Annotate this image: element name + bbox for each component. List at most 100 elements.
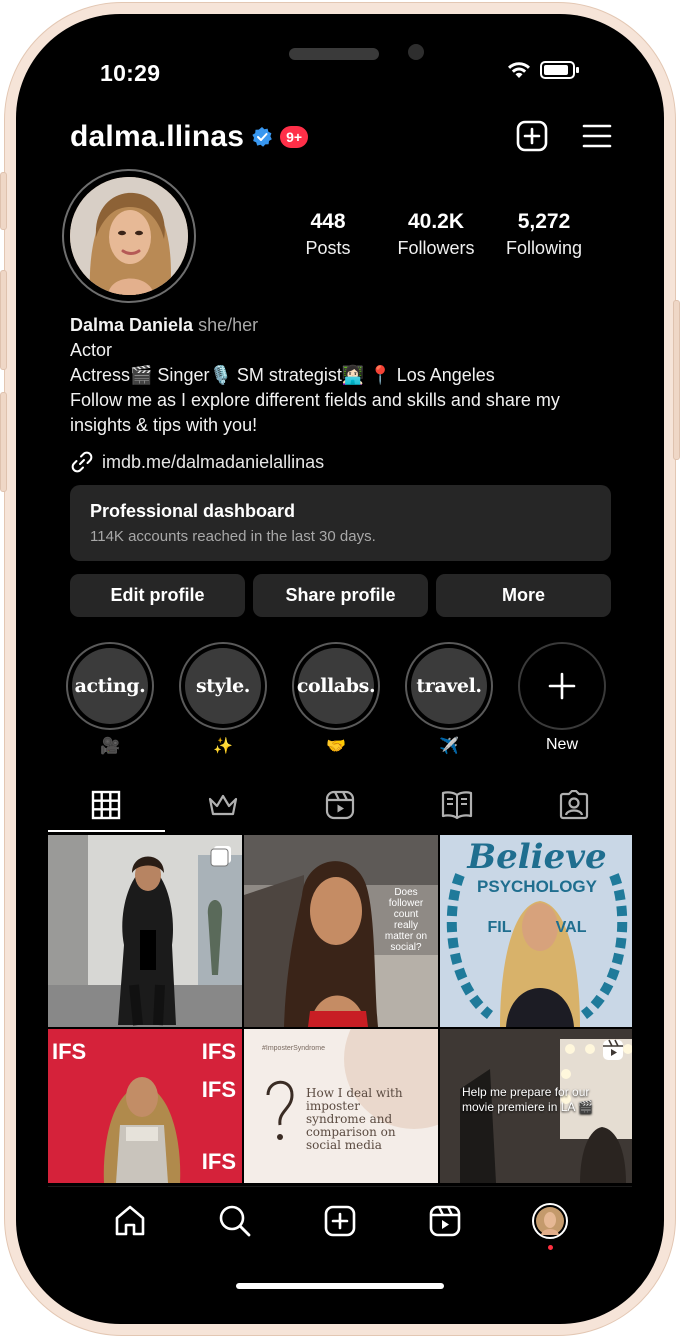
reels-icon [429, 1205, 461, 1237]
wifi-icon [508, 62, 530, 78]
username[interactable]: dalma.llinas [70, 120, 244, 154]
reels-icon [325, 790, 355, 820]
post-overlay-text: IFS [201, 1149, 236, 1174]
menu-icon[interactable] [582, 123, 612, 149]
highlight-label: ✨ [213, 738, 233, 755]
reel-icon [603, 1039, 623, 1060]
tab-guides[interactable] [398, 778, 515, 832]
tab-reels[interactable] [282, 778, 399, 832]
post-overlay-text: IFS [201, 1077, 236, 1102]
post-thumbnail[interactable] [48, 835, 242, 1027]
posts-label: Posts [305, 238, 351, 258]
status-icons [506, 60, 580, 80]
header-actions [516, 120, 612, 152]
nav-home[interactable] [110, 1201, 150, 1241]
highlight-label: 🤝 [326, 738, 346, 755]
highlight-cover: acting. [72, 648, 148, 724]
highlight-label: ✈️ [439, 738, 459, 755]
display-name: Dalma Daniela [70, 315, 194, 335]
post-overlay-text: IFS [201, 1039, 236, 1064]
highlight-label: New [545, 736, 578, 753]
share-profile-button[interactable]: Share profile [253, 574, 428, 617]
multi-photo-icon [210, 846, 231, 867]
bio-link[interactable]: imdb.me/dalmadanielallinas [70, 450, 324, 474]
nav-reels[interactable] [425, 1201, 465, 1241]
edit-profile-button[interactable]: Edit profile [70, 574, 245, 617]
highlight-travel[interactable]: travel. ✈️ [405, 642, 493, 756]
link-icon [71, 451, 93, 473]
post-thumbnail[interactable]: Does follower count really matter on soc… [244, 835, 438, 1027]
followers-label: Followers [397, 238, 475, 258]
post-overlay-subtitle-2: FIL VAL [487, 919, 587, 936]
speaker [289, 48, 379, 60]
volume-up-button [0, 270, 7, 370]
silent-switch [0, 172, 7, 230]
post-thumbnail[interactable]: IFS IFS IFS IFS [48, 1029, 242, 1183]
create-icon [324, 1205, 356, 1237]
dashboard-title: Professional dashboard [90, 501, 296, 521]
posts-stat[interactable]: 448 Posts [274, 210, 382, 259]
highlight-ring: style. [179, 642, 267, 730]
profile-avatar-icon [531, 1203, 568, 1239]
post-thumbnail[interactable]: Believe PSYCHOLOGY FIL VAL [440, 835, 632, 1027]
post-thumbnail[interactable]: Help me prepare for our movie premiere i… [440, 1029, 632, 1183]
bio-link-text: imdb.me/dalmadanielallinas [102, 451, 325, 472]
highlight-cover: travel. [411, 648, 487, 724]
post-thumbnail[interactable]: #ImposterSyndrome How I deal with impost… [244, 1029, 438, 1183]
post-overlay-text: Help me prepare for our movie premiere i… [462, 1085, 593, 1114]
tab-tagged[interactable] [515, 778, 632, 832]
post-overlay-subtitle: PSYCHOLOGY [477, 877, 597, 896]
highlight-ring [518, 642, 606, 730]
new-highlight-button[interactable]: New [518, 642, 606, 756]
battery-icon [540, 61, 579, 79]
profile-stats: 448 Posts 40.2K Followers 5,272 Followin… [274, 210, 598, 259]
highlight-cover: collabs. [297, 648, 376, 724]
followers-stat[interactable]: 40.2K Followers [382, 210, 490, 259]
create-post-icon[interactable] [516, 120, 548, 152]
professional-dashboard[interactable]: Professional dashboard 114K accounts rea… [70, 485, 611, 561]
post-overlay-text: How I deal with imposter syndrome and co… [306, 1086, 403, 1152]
category-label: Actor [70, 340, 113, 360]
tab-posts-grid[interactable] [48, 778, 165, 832]
crown-icon [209, 794, 238, 816]
dashboard-subtitle: 114K accounts reached in the last 30 day… [90, 528, 376, 545]
guides-icon [441, 791, 472, 820]
pronouns: she/her [198, 315, 259, 335]
tab-subscriptions[interactable] [165, 778, 282, 832]
search-icon [219, 1205, 251, 1237]
story-highlights: acting. 🎥 style. ✨ collabs. 🤝 travel. ✈️… [66, 642, 606, 756]
notification-badge[interactable]: 9+ [280, 126, 309, 148]
grid-icon [92, 790, 121, 820]
highlight-collabs[interactable]: collabs. 🤝 [292, 642, 380, 756]
profile-actions: Edit profile Share profile More [70, 574, 611, 617]
bio: Dalma Daniela she/her Actor Actress🎬 Sin… [70, 313, 620, 438]
highlight-style[interactable]: style. ✨ [179, 642, 267, 756]
content-tabs [48, 778, 632, 832]
posts-grid: Does follower count really matter on soc… [48, 835, 632, 1183]
bottom-navigation [48, 1186, 632, 1302]
more-button[interactable]: More [436, 574, 611, 617]
following-label: Following [505, 238, 583, 258]
following-count: 5,272 [517, 210, 571, 233]
post-overlay-text: IFS [52, 1039, 87, 1064]
nav-search[interactable] [215, 1201, 255, 1241]
following-stat[interactable]: 5,272 Following [490, 210, 598, 259]
highlight-ring: acting. [66, 642, 154, 730]
profile-avatar[interactable] [62, 169, 196, 303]
highlight-ring: travel. [405, 642, 493, 730]
verified-badge-icon [252, 127, 272, 147]
nav-profile[interactable] [530, 1201, 570, 1250]
highlight-label: 🎥 [100, 738, 120, 755]
followers-count: 40.2K [407, 210, 465, 233]
nav-create[interactable] [320, 1201, 360, 1241]
volume-down-button [0, 392, 7, 492]
highlight-acting[interactable]: acting. 🎥 [66, 642, 154, 756]
profile-photo [70, 177, 188, 295]
bio-line-2: Follow me as I explore different fields … [70, 390, 560, 435]
tagged-icon [559, 790, 588, 820]
home-icon [116, 1205, 145, 1236]
posts-count: 448 [310, 210, 346, 233]
home-indicator[interactable] [236, 1283, 444, 1289]
activity-dot [547, 1245, 553, 1250]
highlight-cover: style. [185, 648, 261, 724]
